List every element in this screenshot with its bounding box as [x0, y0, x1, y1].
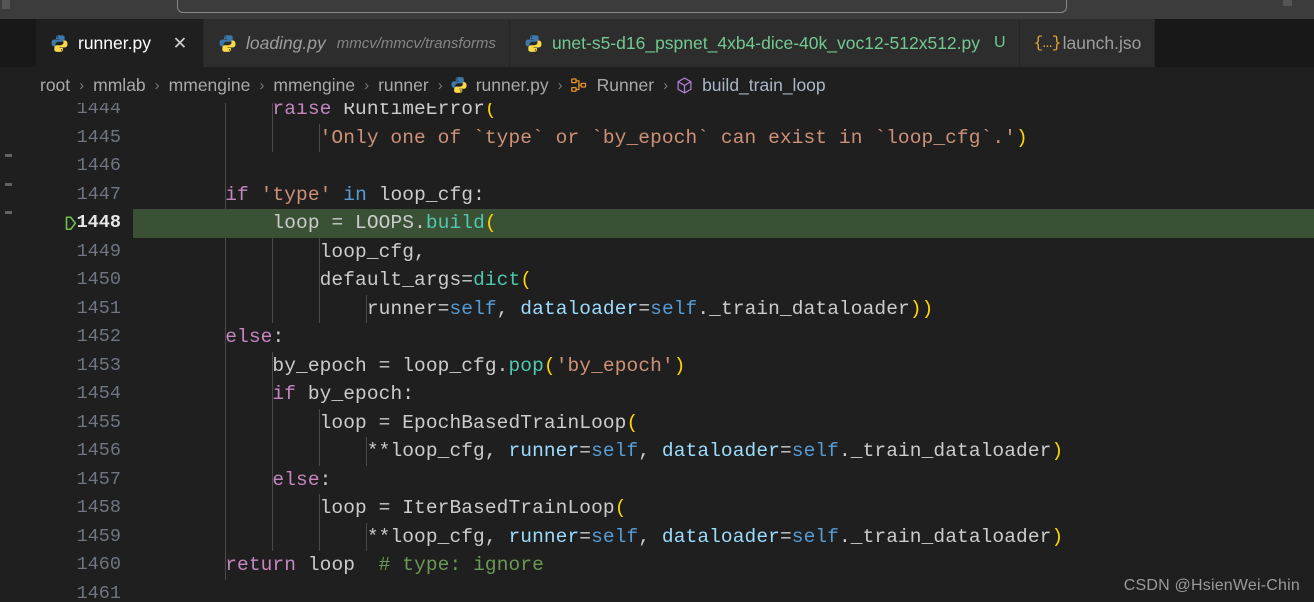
class-icon [570, 76, 589, 95]
line-number: 1458 [76, 497, 121, 518]
editor-tab-loading-py[interactable]: loading.py mmcv/mmcv/transforms [203, 19, 510, 67]
title-bar [0, 0, 1314, 19]
editor-tab-bar: runner.py ✕ loading.py mmcv/mmcv/transfo… [0, 19, 1314, 67]
method-icon [675, 76, 694, 95]
editor-tab-launch-json[interactable]: {…} launch.jso [1019, 19, 1156, 67]
breadcrumb-item-runner-py[interactable]: runner.py [474, 75, 551, 96]
line-number: 1447 [76, 183, 121, 205]
line-number: 1459 [76, 525, 121, 547]
code-line[interactable]: default_args=dict( [133, 266, 1314, 295]
code-line[interactable]: loop = LOOPS.build( [133, 209, 1314, 238]
code-line[interactable]: loop = EpochBasedTrainLoop( [133, 409, 1314, 438]
line-number: 1461 [76, 582, 121, 602]
overview-mark [5, 154, 12, 157]
breadcrumb-separator: › [259, 76, 265, 94]
breadcrumb-separator: › [364, 76, 370, 94]
line-number: 1456 [76, 440, 121, 461]
breadcrumb-item-Runner[interactable]: Runner [595, 75, 656, 96]
code-line[interactable]: else: [133, 466, 1314, 495]
tab-label: unet-s5-d16_pspnet_4xb4-dice-40k_voc12-5… [551, 32, 981, 53]
breadcrumb-separator: › [79, 76, 85, 94]
json-icon: {…} [1033, 34, 1062, 52]
line-number: 1449 [76, 240, 121, 262]
line-number: 1457 [76, 468, 121, 490]
breadcrumb-item-mmengine-inner[interactable]: mmengine [271, 75, 357, 96]
tab-label: loading.py [245, 32, 326, 53]
overview-mark [5, 211, 12, 214]
python-icon [450, 76, 468, 94]
breadcrumb-separator: › [154, 76, 160, 94]
overview-mark [5, 183, 12, 186]
line-number: 1452 [76, 326, 121, 347]
window-controls[interactable] [1283, 0, 1292, 6]
code-line[interactable]: **loop_cfg, runner=self, dataloader=self… [133, 437, 1314, 466]
breadcrumb-item-runner[interactable]: runner [376, 75, 431, 96]
code-line[interactable]: loop_cfg, [133, 238, 1314, 267]
line-number: 1455 [76, 411, 121, 433]
line-number: 1444 [76, 103, 121, 119]
editor-tab-unet-config-py[interactable]: unet-s5-d16_pspnet_4xb4-dice-40k_voc12-5… [509, 19, 1020, 67]
code-line[interactable]: 'Only one of `type` or `by_epoch` can ex… [133, 124, 1314, 153]
tab-path-label: mmcv/mmcv/transforms [336, 34, 496, 52]
close-icon[interactable]: ✕ [170, 33, 190, 53]
breadcrumb-item-mmlab[interactable]: mmlab [91, 75, 148, 96]
code-line[interactable]: loop = IterBasedTrainLoop( [133, 494, 1314, 523]
code-content[interactable]: raise RuntimeError( 'Only one of `type` … [133, 103, 1314, 602]
code-line[interactable]: runner=self, dataloader=self._train_data… [133, 295, 1314, 324]
code-line[interactable]: raise RuntimeError( [133, 103, 1314, 124]
python-icon [524, 34, 543, 53]
breadcrumb-item-mmengine[interactable]: mmengine [167, 75, 253, 96]
git-status-badge: U [994, 34, 1006, 51]
breadcrumb-item-build-train-loop[interactable]: build_train_loop [700, 75, 828, 96]
tab-label: launch.jso [1062, 32, 1142, 53]
code-line[interactable]: if 'type' in loop_cfg: [133, 181, 1314, 210]
code-line[interactable] [133, 152, 1314, 181]
code-line[interactable]: **loop_cfg, runner=self, dataloader=self… [133, 523, 1314, 552]
python-icon [50, 34, 69, 53]
tab-label: runner.py [78, 32, 151, 53]
editor-tab-runner-py[interactable]: runner.py ✕ [36, 19, 204, 67]
code-editor[interactable]: 1444 1445 1446 1447 1448 1449 1450 1451 1452 1453… [0, 103, 1314, 602]
code-line[interactable]: return loop # type: ignore [133, 551, 1314, 580]
code-line[interactable]: else: [133, 323, 1314, 352]
breadcrumb-separator: › [557, 76, 563, 94]
line-number: 1453 [76, 354, 121, 376]
tab-bar-leading-pad [0, 19, 36, 67]
breadcrumb-separator: › [437, 76, 443, 94]
breadcrumb-separator: › [663, 76, 669, 94]
command-center[interactable] [177, 0, 1067, 13]
breadcrumb: root › mmlab › mmengine › mmengine › run… [0, 67, 1314, 103]
watermark: CSDN @HsienWei-Chin [1123, 577, 1300, 594]
editor-gutter[interactable]: 1444 1445 1446 1447 1448 1449 1450 1451 1452 1453… [26, 103, 133, 602]
line-number: 1454 [76, 383, 121, 404]
line-number: 1450 [76, 269, 121, 290]
breadcrumb-item-root[interactable]: root [38, 75, 72, 96]
line-number: 1448 [76, 212, 121, 233]
python-icon [218, 34, 237, 53]
line-number: 1445 [76, 126, 121, 148]
line-number: 1460 [76, 554, 121, 575]
code-line[interactable]: by_epoch = loop_cfg.pop('by_epoch') [133, 352, 1314, 381]
code-line[interactable]: if by_epoch: [133, 380, 1314, 409]
line-number: 1451 [76, 297, 121, 319]
window-menu-icon[interactable] [2, 0, 10, 9]
line-number: 1446 [76, 155, 121, 176]
